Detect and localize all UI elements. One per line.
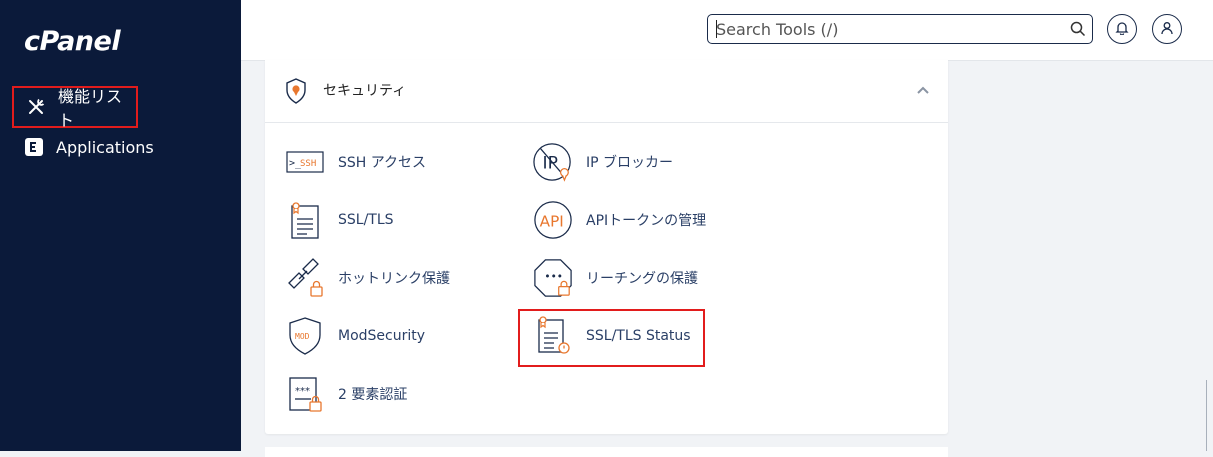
sidebar-item-label: Applications xyxy=(56,137,154,157)
tool-ssl-tls[interactable]: SSL/TLS xyxy=(285,198,394,242)
next-section-card xyxy=(265,447,948,457)
svg-text:API: API xyxy=(540,213,564,231)
tool-label: SSL/TLS Status xyxy=(586,328,691,344)
section-title: セキュリティ xyxy=(323,83,407,99)
sidebar-item-label: 機能リスト xyxy=(58,87,123,130)
sidebar-item-tools[interactable]: 機能リスト xyxy=(12,86,138,130)
shield-icon xyxy=(285,78,307,104)
tool-two-factor-auth[interactable]: *** 2 要素認証 xyxy=(285,372,407,416)
tool-label: ModSecurity xyxy=(338,328,426,344)
modsecurity-icon: MOD xyxy=(285,314,325,358)
svg-text:SSH: SSH xyxy=(300,159,316,169)
bell-icon xyxy=(1115,20,1129,39)
tool-label: 2 要素認証 xyxy=(338,387,408,403)
search-icon[interactable] xyxy=(1064,21,1092,37)
sidebar: cPanel 機能リスト Applications xyxy=(0,0,241,451)
tool-modsecurity[interactable]: MOD ModSecurity xyxy=(285,314,425,358)
tool-label: SSL/TLS xyxy=(338,212,394,228)
applications-icon xyxy=(24,137,44,157)
api-icon: API xyxy=(533,198,573,242)
ip-blocker-icon: IP xyxy=(533,140,573,184)
tool-leech-protection[interactable]: ••• リーチングの保護 xyxy=(533,256,698,300)
tool-api-tokens[interactable]: API APIトークンの管理 xyxy=(533,198,706,242)
hotlink-icon xyxy=(285,256,325,300)
text-caret xyxy=(716,20,717,38)
scrollbar[interactable] xyxy=(1206,380,1207,451)
user-menu-button[interactable] xyxy=(1152,14,1182,44)
tool-label: ホットリンク保護 xyxy=(338,271,450,287)
tools-icon xyxy=(26,97,46,117)
tool-hotlink-protection[interactable]: ホットリンク保護 xyxy=(285,256,450,300)
sidebar-item-applications[interactable]: Applications xyxy=(12,126,154,168)
svg-text:•••: ••• xyxy=(544,271,563,283)
ssl-status-icon xyxy=(533,314,573,358)
search-input[interactable]: Search Tools (/) xyxy=(707,14,1093,44)
svg-text:MOD: MOD xyxy=(295,332,310,341)
ssh-icon: >_ SSH xyxy=(285,140,325,184)
top-header: Search Tools (/) xyxy=(241,0,1213,61)
user-icon xyxy=(1160,20,1174,39)
search-placeholder: Search Tools (/) xyxy=(716,19,839,39)
cpanel-logo[interactable]: cPanel xyxy=(24,26,121,57)
tool-label: リーチングの保護 xyxy=(586,271,698,287)
tool-label: APIトークンの管理 xyxy=(586,213,707,229)
security-section-card: セキュリティ >_ SSH SSH アクセス SSL/TLS ホットリンク保護 … xyxy=(265,60,948,434)
security-section-header[interactable]: セキュリティ xyxy=(265,60,948,123)
tool-ssh-access[interactable]: >_ SSH SSH アクセス xyxy=(285,140,426,184)
tool-ip-blocker[interactable]: IP IP ブロッカー xyxy=(533,140,673,184)
tool-label: IP ブロッカー xyxy=(586,155,674,171)
two-factor-icon: *** xyxy=(285,372,325,416)
svg-text:***: *** xyxy=(295,386,310,397)
chevron-up-icon[interactable] xyxy=(915,82,931,98)
ssl-certificate-icon xyxy=(285,198,325,242)
svg-text:IP: IP xyxy=(543,154,558,174)
notifications-button[interactable] xyxy=(1107,14,1137,44)
tool-label: SSH アクセス xyxy=(338,155,427,171)
tool-ssl-tls-status[interactable]: SSL/TLS Status xyxy=(533,314,691,358)
leech-protect-icon: ••• xyxy=(533,256,573,300)
